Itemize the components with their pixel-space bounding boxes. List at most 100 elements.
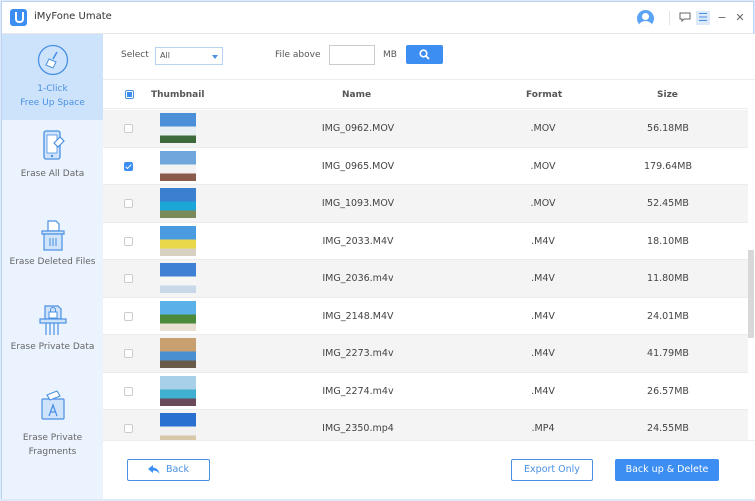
header-format: Format [526,90,563,100]
file-size: 24.01MB [647,310,689,322]
sidebar-item-free-up-space[interactable]: 1-Click Free Up Space [2,34,103,120]
sidebar-item-erase-deleted-files[interactable]: Erase Deleted Files [2,219,103,279]
app-title: iMyFone Umate [34,11,112,22]
size-unit-label: MB [383,50,397,60]
trash-file-icon [40,220,65,251]
back-arrow-icon [147,464,160,474]
file-format: .M4V [531,273,555,284]
user-avatar-icon[interactable] [637,10,654,27]
sidebar: 1-Click Free Up Space Erase All Data Era… [2,34,103,499]
thumbnail-image [160,413,196,440]
sidebar-item-label: Free Up Space [20,98,85,108]
thumbnail-image [160,188,196,218]
select-all-checkbox[interactable] [125,90,134,99]
row-checkbox[interactable] [124,199,133,208]
thumbnail-image [160,263,196,293]
file-name: IMG_0965.MOV [321,160,395,172]
sidebar-item-label: Erase All Data [20,169,85,179]
row-checkbox[interactable] [124,274,133,283]
phone-eraser-icon [42,130,65,160]
table-row[interactable]: IMG_0965.MOV .MOV 179.64MB [103,148,748,185]
thumbnail-image [160,300,196,331]
menu-icon[interactable]: ☰ [696,11,710,25]
table-row[interactable]: IMG_0962.MOV .MOV 56.18MB [103,110,748,148]
lock-shredder-icon [38,305,67,335]
search-icon [419,49,430,60]
file-name: IMG_2274.m4v [322,385,394,397]
minimize-icon[interactable]: − [715,11,729,25]
file-table: IMG_0962.MOV .MOV 56.18MB IMG_0965.MOV .MOV 1… [103,110,748,440]
header-name: Name [342,90,372,100]
scroll-thumb[interactable] [748,250,754,338]
file-name: IMG_2033.M4V [322,235,394,247]
file-format: .M4V [531,235,555,247]
table-row[interactable]: IMG_1093.MOV .MOV 52.45MB [103,185,748,223]
app-logo-icon [10,9,27,26]
sidebar-item-label: Fragments [28,447,77,457]
feedback-icon[interactable] [678,11,692,25]
file-name: IMG_2036.m4v [322,273,394,284]
row-checkbox[interactable] [124,161,133,171]
sidebar-item-erase-all-data[interactable]: Erase All Data [2,129,103,189]
back-label: Back [165,464,190,475]
chevron-down-icon [212,55,218,59]
sidebar-item-label: Erase Deleted Files [9,257,96,267]
file-size: 52.45MB [647,198,689,209]
back-button[interactable]: Back [127,459,210,481]
file-type-select[interactable]: All [155,47,223,65]
table-row[interactable]: IMG_2148.M4V .M4V 24.01MB [103,298,748,335]
file-size: 41.79MB [647,348,689,359]
file-name: IMG_0962.MOV [321,123,395,134]
row-checkbox[interactable] [124,424,133,433]
select-value: All [160,51,170,60]
app-fragments-icon [40,390,65,420]
file-format: .MP4 [531,423,555,434]
file-format: .M4V [531,310,555,322]
sidebar-item-label: 1-Click [37,84,68,94]
select-label: Select [121,50,149,60]
file-format: .MOV [530,198,556,209]
export-only-button[interactable]: Export Only [511,459,593,481]
row-checkbox[interactable] [124,349,133,358]
file-name: IMG_2350.mp4 [322,423,394,434]
file-name: IMG_2148.M4V [322,310,394,322]
footer-bar: Back Export Only Back up & Delete [103,440,755,499]
close-icon[interactable]: ✕ [733,11,747,25]
sidebar-item-label: Erase Private Data [10,342,95,352]
file-size-input[interactable] [329,45,375,65]
header-size: Size [657,90,678,100]
table-row[interactable]: IMG_2033.M4V .M4V 18.10MB [103,223,748,260]
file-format: .MOV [530,123,556,134]
file-size: 179.64MB [644,160,692,172]
row-checkbox[interactable] [124,386,133,396]
sidebar-item-erase-private-data[interactable]: Erase Private Data [2,304,103,364]
app-window: iMyFone Umate ☰ − ✕ 1-Click Free Up Spac… [1,1,755,499]
file-format: .M4V [531,385,555,397]
main-panel: Select All File above MB Thumbnail Name … [103,34,755,499]
thumbnail-image [160,338,196,368]
table-row[interactable]: IMG_2273.m4v .M4V 41.79MB [103,335,748,373]
table-row[interactable]: IMG_2274.m4v .M4V 26.57MB [103,373,748,410]
row-checkbox[interactable] [124,236,133,246]
file-format: .MOV [530,160,556,172]
broom-icon [37,44,68,76]
row-checkbox[interactable] [124,124,133,133]
backup-delete-button[interactable]: Back up & Delete [615,459,719,481]
scrollbar[interactable] [748,110,755,440]
thumbnail-image [160,375,196,406]
sidebar-item-erase-private-fragments[interactable]: Erase Private Fragments [2,389,103,469]
sidebar-item-label: Erase Private [22,433,83,443]
filter-bar: Select All File above MB [103,34,755,80]
table-header: Thumbnail Name Format Size [103,81,748,109]
search-button[interactable] [406,45,443,64]
file-size: 56.18MB [647,123,689,134]
row-checkbox[interactable] [124,311,133,321]
file-size: 18.10MB [647,235,689,247]
table-row[interactable]: IMG_2036.m4v .M4V 11.80MB [103,260,748,298]
thumbnail-image [160,150,196,181]
table-row[interactable]: IMG_2350.mp4 .MP4 24.55MB [103,410,748,440]
thumbnail-image [160,225,196,256]
file-name: IMG_2273.m4v [322,348,394,359]
file-size: 26.57MB [647,385,689,397]
header-thumbnail: Thumbnail [151,90,205,100]
